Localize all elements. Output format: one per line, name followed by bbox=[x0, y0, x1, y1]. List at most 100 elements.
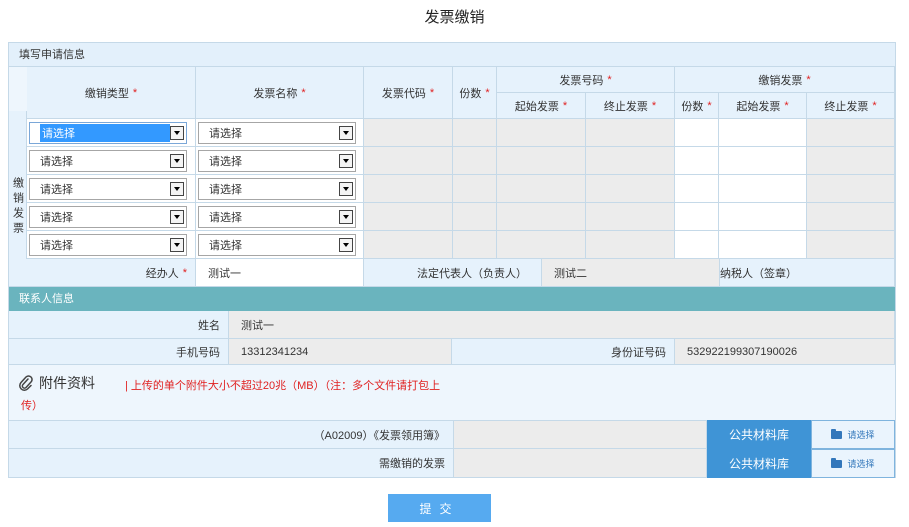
header-cancel-end-label: 终止发票 bbox=[824, 100, 869, 113]
row-cancel-copies-input[interactable] bbox=[675, 175, 719, 203]
required-mark: * bbox=[784, 99, 789, 112]
row-end-cell bbox=[586, 147, 675, 175]
row-copies-cell bbox=[453, 147, 497, 175]
legal-rep-value: 测试二 bbox=[542, 259, 720, 287]
handler-label: 经办人 bbox=[145, 267, 179, 280]
header-cancel-start: 起始发票 * bbox=[719, 93, 807, 119]
row-start-cell bbox=[497, 147, 586, 175]
handler-input[interactable]: 测试一 bbox=[196, 259, 364, 287]
required-mark: * bbox=[707, 99, 712, 112]
type-select[interactable]: 请选择 bbox=[29, 234, 187, 256]
row-start-cell bbox=[497, 203, 586, 231]
chevron-down-icon[interactable] bbox=[170, 126, 184, 140]
chevron-down-icon[interactable] bbox=[170, 182, 184, 196]
choose-file-button[interactable]: 请选择 bbox=[811, 420, 895, 449]
required-mark: * bbox=[872, 99, 877, 112]
row-start-cell bbox=[497, 231, 586, 259]
handler-label-cell: 经办人 * bbox=[9, 259, 196, 287]
row-cancel-end-cell bbox=[807, 203, 895, 231]
row-cancel-start-input[interactable] bbox=[719, 119, 807, 147]
header-invoice-number-label: 发票号码 bbox=[559, 74, 604, 87]
name-value: 测试一 bbox=[229, 311, 895, 339]
type-select[interactable]: 请选择 bbox=[29, 122, 187, 144]
header-invoice-name-label: 发票名称 bbox=[253, 87, 298, 100]
header-invoice-code: 发票代码 * bbox=[364, 67, 453, 119]
type-select[interactable]: 请选择 bbox=[29, 206, 187, 228]
type-select-value: 请选择 bbox=[40, 156, 73, 168]
type-select[interactable]: 请选择 bbox=[29, 150, 187, 172]
attachment-label-cancel-invoice: 需缴销的发票 bbox=[9, 449, 454, 478]
invoice-name-select[interactable]: 请选择 bbox=[198, 178, 356, 200]
header-cancel-end: 终止发票 * bbox=[807, 93, 895, 119]
attachment-label-a02009: （A02009）《发票领用簿》 bbox=[9, 420, 454, 449]
chevron-down-icon[interactable] bbox=[170, 210, 184, 224]
chevron-down-icon[interactable] bbox=[339, 182, 353, 196]
choose-file-label: 请选择 bbox=[847, 430, 875, 440]
id-number-value: 532922199307190026 bbox=[675, 339, 895, 365]
chevron-down-icon[interactable] bbox=[339, 126, 353, 140]
page-title: 发票缴销 bbox=[424, 9, 485, 26]
header-copies: 份数 * bbox=[453, 67, 497, 119]
row-cancel-end-cell bbox=[807, 175, 895, 203]
header-invoice-code-label: 发票代码 bbox=[381, 87, 426, 100]
public-library-button[interactable]: 公共材料库 bbox=[707, 420, 811, 449]
invoice-name-select-value: 请选择 bbox=[209, 156, 242, 168]
row-cancel-start-input[interactable] bbox=[719, 203, 807, 231]
row-cancel-end-cell bbox=[807, 147, 895, 175]
invoice-name-select[interactable]: 请选择 bbox=[198, 122, 356, 144]
row-cancel-start-input[interactable] bbox=[719, 175, 807, 203]
attachment-size-note: | 上传的单个附件大小不超过20兆（MB）（注：多个文件请打包上传） bbox=[21, 380, 441, 412]
header-copies-label: 份数 bbox=[459, 87, 482, 100]
public-library-button[interactable]: 公共材料库 bbox=[707, 449, 811, 478]
row-cancel-start-input[interactable] bbox=[719, 147, 807, 175]
taxpayer-signature-label: 纳税人（签章） bbox=[720, 259, 895, 287]
chevron-down-icon[interactable] bbox=[170, 238, 184, 252]
required-mark: * bbox=[562, 99, 568, 112]
invoice-name-select[interactable]: 请选择 bbox=[198, 206, 356, 228]
folder-icon bbox=[831, 428, 843, 439]
header-type: 缴销类型 * bbox=[27, 67, 196, 119]
row-cancel-copies-input[interactable] bbox=[675, 119, 719, 147]
row-copies-cell bbox=[453, 203, 497, 231]
required-mark: * bbox=[607, 73, 612, 86]
row-copies-cell bbox=[453, 231, 497, 259]
row-start-cell bbox=[497, 119, 586, 147]
row-cancel-start-input[interactable] bbox=[719, 231, 807, 259]
phone-label: 手机号码 bbox=[9, 339, 229, 365]
legal-rep-label: 法定代表人（负责人） bbox=[364, 259, 542, 287]
row-cancel-copies-input[interactable] bbox=[675, 203, 719, 231]
row-code-cell bbox=[364, 203, 453, 231]
chevron-down-icon[interactable] bbox=[339, 154, 353, 168]
header-end-invoice-label: 终止发票 bbox=[603, 100, 648, 113]
invoice-name-select[interactable]: 请选择 bbox=[198, 234, 356, 256]
required-mark: * bbox=[132, 86, 138, 99]
folder-icon bbox=[831, 457, 843, 468]
type-select-value: 请选择 bbox=[40, 240, 73, 252]
chevron-down-icon[interactable] bbox=[339, 238, 353, 252]
header-invoice-name: 发票名称 * bbox=[196, 67, 364, 119]
row-copies-cell bbox=[453, 119, 497, 147]
choose-file-button[interactable]: 请选择 bbox=[811, 449, 895, 478]
row-cancel-copies-input[interactable] bbox=[675, 147, 719, 175]
required-mark: * bbox=[301, 86, 306, 99]
row-code-cell bbox=[364, 147, 453, 175]
header-cancel-start-label: 起始发票 bbox=[736, 100, 781, 113]
header-start-invoice-label: 起始发票 bbox=[514, 100, 559, 113]
header-cancel-copies: 份数 * bbox=[675, 93, 719, 119]
attachment-file-field bbox=[454, 449, 707, 478]
row-start-cell bbox=[497, 175, 586, 203]
chevron-down-icon[interactable] bbox=[170, 154, 184, 168]
row-cancel-copies-input[interactable] bbox=[675, 231, 719, 259]
section-apply-header: 填写申请信息 bbox=[9, 43, 895, 67]
type-select[interactable]: 请选择 bbox=[29, 178, 187, 200]
row-cancel-end-cell bbox=[807, 231, 895, 259]
header-cancel-invoice-label: 缴销发票 bbox=[758, 74, 803, 87]
required-mark: * bbox=[182, 266, 187, 279]
row-cancel-end-cell bbox=[807, 119, 895, 147]
chevron-down-icon[interactable] bbox=[339, 210, 353, 224]
submit-button[interactable]: 提交 bbox=[388, 494, 491, 522]
row-code-cell bbox=[364, 175, 453, 203]
invoice-name-select[interactable]: 请选择 bbox=[198, 150, 356, 172]
name-label: 姓名 bbox=[9, 311, 229, 339]
type-select-value: 请选择 bbox=[40, 184, 73, 196]
